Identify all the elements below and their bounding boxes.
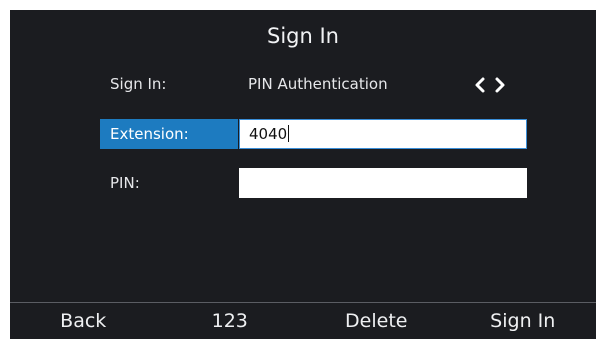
extension-label: Extension: bbox=[100, 119, 238, 149]
text-caret bbox=[288, 124, 290, 142]
page-title: Sign In bbox=[267, 24, 339, 48]
pin-label: PIN: bbox=[110, 174, 140, 192]
softkey-bar: Back 123 Delete Sign In bbox=[10, 303, 596, 339]
back-button[interactable]: Back bbox=[10, 303, 157, 339]
sign-in-method-label: Sign In: bbox=[110, 75, 167, 93]
sign-in-method-value[interactable]: PIN Authentication bbox=[248, 69, 388, 99]
input-mode-button[interactable]: 123 bbox=[157, 303, 304, 339]
sign-in-button[interactable]: Sign In bbox=[450, 303, 597, 339]
pin-field[interactable] bbox=[239, 168, 527, 198]
chevron-left-icon[interactable] bbox=[473, 76, 487, 94]
extension-field-value: 4040 bbox=[249, 125, 288, 143]
extension-field[interactable]: 4040 bbox=[239, 119, 527, 149]
phone-screen: Sign In Sign In: PIN Authentication Exte… bbox=[10, 10, 596, 339]
chevron-right-icon[interactable] bbox=[493, 76, 507, 94]
sign-in-method-switcher[interactable] bbox=[473, 72, 533, 98]
delete-button[interactable]: Delete bbox=[303, 303, 450, 339]
